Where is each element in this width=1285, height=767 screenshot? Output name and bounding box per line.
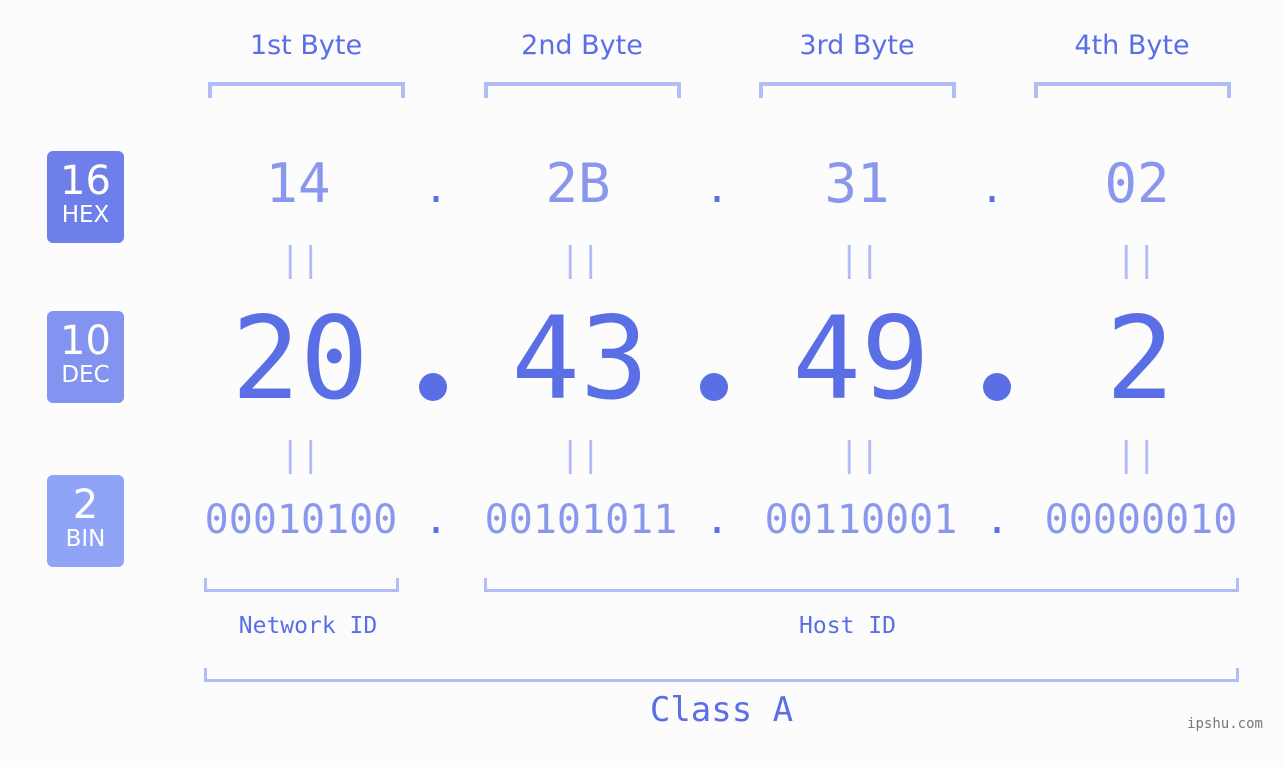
hex-badge: 16 HEX — [47, 151, 124, 243]
bin-value-1: 00010100 — [204, 497, 398, 543]
bin-name: BIN — [65, 526, 106, 552]
hex-separator: . — [705, 166, 730, 212]
class-bracket — [204, 668, 1239, 682]
bin-value-3: 00110001 — [764, 497, 958, 543]
hex-value-2: 2B — [545, 152, 611, 215]
network-id-label: Network ID — [238, 613, 378, 639]
bin-value-2: 00101011 — [484, 497, 678, 543]
dec-separator — [983, 373, 1011, 401]
hex-value-1: 14 — [265, 152, 331, 215]
byte-label-2: 2nd Byte — [521, 30, 643, 61]
hex-separator: . — [424, 166, 449, 212]
class-label: Class A — [649, 690, 794, 730]
dec-value-2: 43 — [511, 292, 649, 425]
bin-base: 2 — [72, 482, 99, 528]
equals-sign: || — [1116, 435, 1157, 475]
bin-separator: . — [705, 497, 730, 543]
equals-sign: || — [560, 435, 601, 475]
watermark: ipshu.com — [1187, 716, 1263, 732]
dec-separator — [419, 373, 447, 401]
dec-value-1: 20 — [231, 292, 369, 425]
equals-sign: || — [280, 240, 321, 280]
byte-bracket-3 — [759, 82, 956, 98]
dec-separator — [700, 373, 728, 401]
equals-sign: || — [839, 240, 880, 280]
byte-bracket-2 — [484, 82, 681, 98]
network-id-bracket — [204, 578, 399, 592]
bin-separator: . — [424, 497, 449, 543]
hex-name: HEX — [61, 202, 110, 228]
bin-badge: 2 BIN — [47, 475, 124, 567]
hex-value-4: 02 — [1104, 152, 1170, 215]
dec-badge: 10 DEC — [47, 311, 124, 403]
dec-name: DEC — [61, 362, 110, 388]
bin-separator: . — [985, 497, 1010, 543]
hex-base: 16 — [60, 158, 111, 204]
equals-sign: || — [839, 435, 880, 475]
byte-bracket-4 — [1034, 82, 1231, 98]
equals-sign: || — [560, 240, 601, 280]
byte-label-1: 1st Byte — [249, 30, 363, 61]
dec-base: 10 — [60, 318, 111, 364]
dec-value-4: 2 — [1105, 292, 1175, 425]
host-id-label: Host ID — [799, 613, 896, 639]
byte-label-3: 3rd Byte — [799, 30, 915, 61]
hex-value-3: 31 — [824, 152, 890, 215]
byte-bracket-1 — [208, 82, 405, 98]
bin-value-4: 00000010 — [1044, 497, 1238, 543]
equals-sign: || — [1116, 240, 1157, 280]
equals-sign: || — [280, 435, 321, 475]
dec-value-3: 49 — [792, 292, 930, 425]
byte-label-4: 4th Byte — [1074, 30, 1190, 61]
host-id-bracket — [484, 578, 1239, 592]
hex-separator: . — [980, 166, 1005, 212]
